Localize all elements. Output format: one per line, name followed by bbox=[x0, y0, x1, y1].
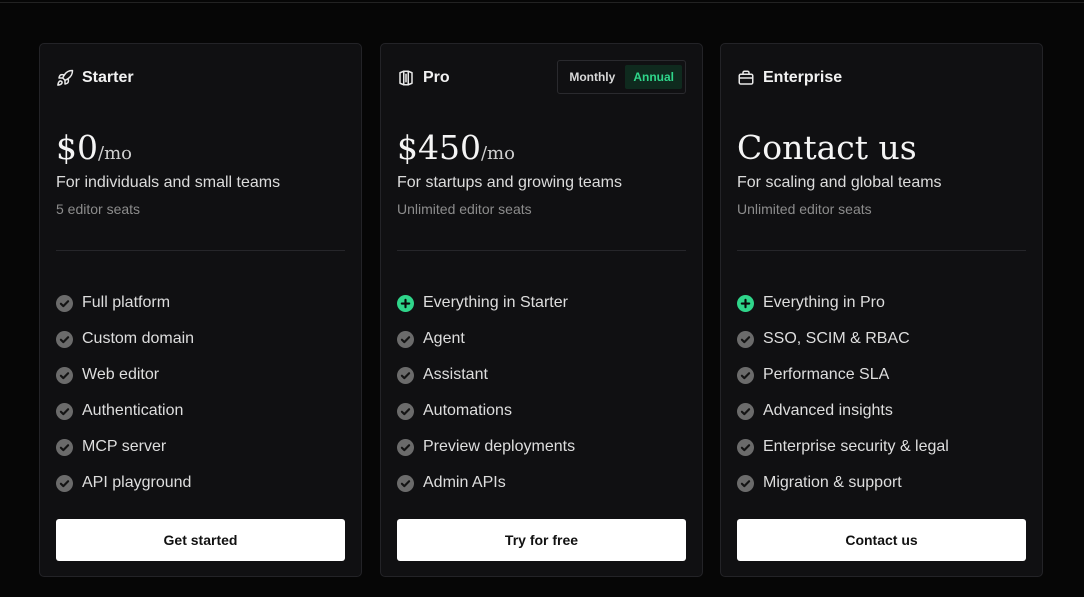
check-circle-icon bbox=[56, 402, 73, 420]
check-circle-icon bbox=[56, 330, 73, 348]
feature-item: Web editor bbox=[56, 357, 194, 393]
top-divider bbox=[0, 2, 1084, 3]
feature-item: Performance SLA bbox=[737, 357, 949, 393]
feature-item: MCP server bbox=[56, 429, 194, 465]
check-circle-icon bbox=[737, 438, 754, 456]
plan-price: $450/mo bbox=[397, 128, 515, 167]
feature-label: Admin APIs bbox=[423, 474, 506, 491]
plan-name: Pro bbox=[423, 69, 450, 86]
check-circle-icon bbox=[397, 366, 414, 384]
plan-header: Starter bbox=[56, 68, 134, 88]
plan-header: Enterprise bbox=[737, 68, 842, 88]
plan-price: Contact us bbox=[737, 128, 917, 167]
check-circle-icon bbox=[56, 474, 73, 492]
feature-list: Everything in Starter Agent Assistant Autom… bbox=[397, 285, 575, 501]
feature-item: Assistant bbox=[397, 357, 575, 393]
feature-label: Advanced insights bbox=[763, 402, 893, 419]
feature-label: Custom domain bbox=[82, 330, 195, 347]
plan-card-enterprise: Enterprise Contact us For scaling and gl… bbox=[720, 43, 1043, 577]
feature-item: SSO, SCIM & RBAC bbox=[737, 321, 949, 357]
rocket-icon bbox=[56, 69, 74, 87]
check-circle-icon bbox=[397, 474, 414, 492]
try-for-free-button[interactable]: Try for free bbox=[397, 519, 686, 561]
feature-label: Automations bbox=[423, 402, 512, 419]
feature-label: Migration & support bbox=[763, 474, 902, 491]
plus-circle-icon bbox=[737, 294, 754, 312]
plan-name: Starter bbox=[82, 69, 134, 86]
check-circle-icon bbox=[737, 474, 754, 492]
plan-card-pro: Pro Monthly Annual $450/mo For startups … bbox=[380, 43, 703, 577]
check-circle-icon bbox=[737, 330, 754, 348]
feature-item: Enterprise security & legal bbox=[737, 429, 949, 465]
get-started-button[interactable]: Get started bbox=[56, 519, 345, 561]
feature-label: SSO, SCIM & RBAC bbox=[763, 330, 910, 347]
feature-label: Enterprise security & legal bbox=[763, 438, 949, 455]
plan-card-starter: Starter $0/mo For individuals and small … bbox=[39, 43, 362, 577]
plan-description: For scaling and global teams bbox=[737, 174, 942, 191]
card-divider bbox=[737, 250, 1026, 251]
check-circle-icon bbox=[56, 366, 73, 384]
feature-label: Web editor bbox=[82, 366, 160, 383]
plan-description: For individuals and small teams bbox=[56, 174, 281, 191]
feature-label: Authentication bbox=[82, 402, 184, 419]
feature-item: Full platform bbox=[56, 285, 194, 321]
feature-item: Custom domain bbox=[56, 321, 194, 357]
feature-label: Agent bbox=[423, 330, 465, 347]
feature-item: Automations bbox=[397, 393, 575, 429]
feature-label: Everything in Starter bbox=[423, 294, 568, 311]
check-circle-icon bbox=[397, 438, 414, 456]
price-amount: Contact us bbox=[737, 128, 917, 167]
feature-label: Preview deployments bbox=[423, 438, 576, 455]
feature-item: Migration & support bbox=[737, 465, 949, 501]
card-divider bbox=[56, 250, 345, 251]
feature-label: API playground bbox=[82, 474, 192, 491]
plan-price: $0/mo bbox=[56, 128, 132, 167]
plan-seats: 5 editor seats bbox=[56, 201, 141, 217]
billing-option-annual[interactable]: Annual bbox=[625, 65, 682, 89]
plan-description: For startups and growing teams bbox=[397, 174, 622, 191]
feature-item: Agent bbox=[397, 321, 575, 357]
check-circle-icon bbox=[397, 402, 414, 420]
feature-item: Preview deployments bbox=[397, 429, 575, 465]
feature-label: MCP server bbox=[82, 438, 167, 455]
book-icon bbox=[397, 69, 415, 87]
feature-list: Full platform Custom domain Web editor Auth… bbox=[56, 285, 194, 501]
feature-item: Admin APIs bbox=[397, 465, 575, 501]
feature-item: Advanced insights bbox=[737, 393, 949, 429]
price-unit: /mo bbox=[98, 143, 132, 164]
check-circle-icon bbox=[737, 402, 754, 420]
briefcase-icon bbox=[737, 69, 755, 87]
price-amount: $450 bbox=[397, 128, 481, 167]
feature-item: Everything in Pro bbox=[737, 285, 949, 321]
plan-name: Enterprise bbox=[763, 69, 843, 86]
plan-seats: Unlimited editor seats bbox=[397, 201, 532, 217]
billing-toggle: Monthly Annual bbox=[557, 60, 686, 94]
feature-item: API playground bbox=[56, 465, 194, 501]
check-circle-icon bbox=[56, 438, 73, 456]
feature-label: Assistant bbox=[423, 366, 488, 383]
plus-circle-icon bbox=[397, 294, 414, 312]
feature-item: Authentication bbox=[56, 393, 194, 429]
check-circle-icon bbox=[56, 294, 73, 312]
feature-label: Everything in Pro bbox=[763, 294, 885, 311]
plan-header: Pro bbox=[397, 68, 450, 88]
check-circle-icon bbox=[737, 366, 754, 384]
check-circle-icon bbox=[397, 330, 414, 348]
contact-us-button[interactable]: Contact us bbox=[737, 519, 1026, 561]
price-unit: /mo bbox=[480, 143, 515, 164]
feature-label: Performance SLA bbox=[763, 366, 890, 383]
feature-list: Everything in Pro SSO, SCIM & RBAC Perform… bbox=[737, 285, 949, 501]
card-divider bbox=[397, 250, 686, 251]
billing-option-monthly[interactable]: Monthly bbox=[561, 65, 623, 89]
feature-item: Everything in Starter bbox=[397, 285, 575, 321]
feature-label: Full platform bbox=[82, 294, 171, 311]
plan-seats: Unlimited editor seats bbox=[737, 201, 872, 217]
price-amount: $0 bbox=[56, 128, 98, 167]
